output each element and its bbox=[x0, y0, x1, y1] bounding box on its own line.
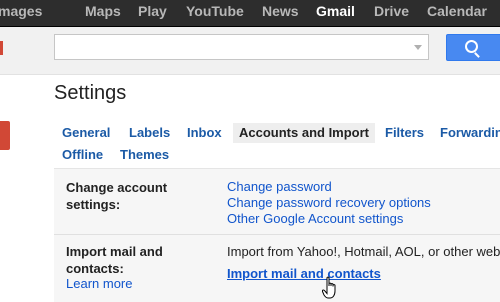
import-mail-label-line2: contacts: bbox=[66, 261, 124, 276]
topbar-link-images[interactable]: mages bbox=[0, 3, 42, 19]
tab-forwarding[interactable]: Forwardin bbox=[440, 125, 500, 140]
change-password-link[interactable]: Change password bbox=[227, 179, 332, 195]
tab-general[interactable]: General bbox=[62, 125, 110, 140]
import-mail-label-line1: Import mail and bbox=[66, 244, 163, 259]
compose-button-edge[interactable] bbox=[0, 121, 10, 150]
other-google-account-settings-link[interactable]: Other Google Account settings bbox=[227, 211, 403, 227]
tab-filters[interactable]: Filters bbox=[385, 125, 424, 140]
page-title: Settings bbox=[54, 82, 127, 104]
change-account-settings-label: Change account settings: bbox=[66, 179, 167, 213]
tab-themes[interactable]: Themes bbox=[120, 147, 169, 162]
import-mail-label: Import mail and contacts: bbox=[66, 243, 163, 277]
topbar-link-drive[interactable]: Drive bbox=[374, 3, 409, 19]
change-account-label-line2: settings: bbox=[66, 197, 121, 212]
topbar-link-news[interactable]: News bbox=[262, 3, 299, 19]
tab-labels[interactable]: Labels bbox=[129, 125, 170, 140]
search-button[interactable] bbox=[446, 34, 500, 61]
change-account-label-line1: Change account bbox=[66, 180, 168, 195]
google-top-bar: mages Maps Play YouTube News Gmail Drive… bbox=[0, 0, 500, 27]
topbar-link-play[interactable]: Play bbox=[138, 3, 167, 19]
topbar-link-gmail[interactable]: Gmail bbox=[316, 3, 355, 19]
topbar-link-calendar[interactable]: Calendar bbox=[427, 3, 487, 19]
search-options-chevron-down-icon[interactable] bbox=[414, 45, 422, 50]
import-description: Import from Yahoo!, Hotmail, AOL, or oth… bbox=[227, 244, 500, 259]
search-icon bbox=[465, 40, 478, 53]
search-input[interactable] bbox=[54, 34, 429, 60]
section-divider bbox=[54, 234, 500, 235]
tab-inbox[interactable]: Inbox bbox=[187, 125, 222, 140]
tab-accounts-and-import[interactable]: Accounts and Import bbox=[233, 123, 376, 143]
topbar-link-youtube[interactable]: YouTube bbox=[186, 3, 244, 19]
change-password-recovery-link[interactable]: Change password recovery options bbox=[227, 195, 431, 211]
gmail-logo-icon[interactable] bbox=[0, 41, 7, 55]
topbar-link-maps[interactable]: Maps bbox=[85, 3, 121, 19]
hand-cursor-icon bbox=[322, 276, 336, 299]
gmail-header bbox=[0, 27, 500, 75]
learn-more-link[interactable]: Learn more bbox=[66, 276, 132, 292]
import-mail-and-contacts-link[interactable]: Import mail and contacts bbox=[227, 266, 381, 282]
tab-offline[interactable]: Offline bbox=[62, 147, 103, 162]
